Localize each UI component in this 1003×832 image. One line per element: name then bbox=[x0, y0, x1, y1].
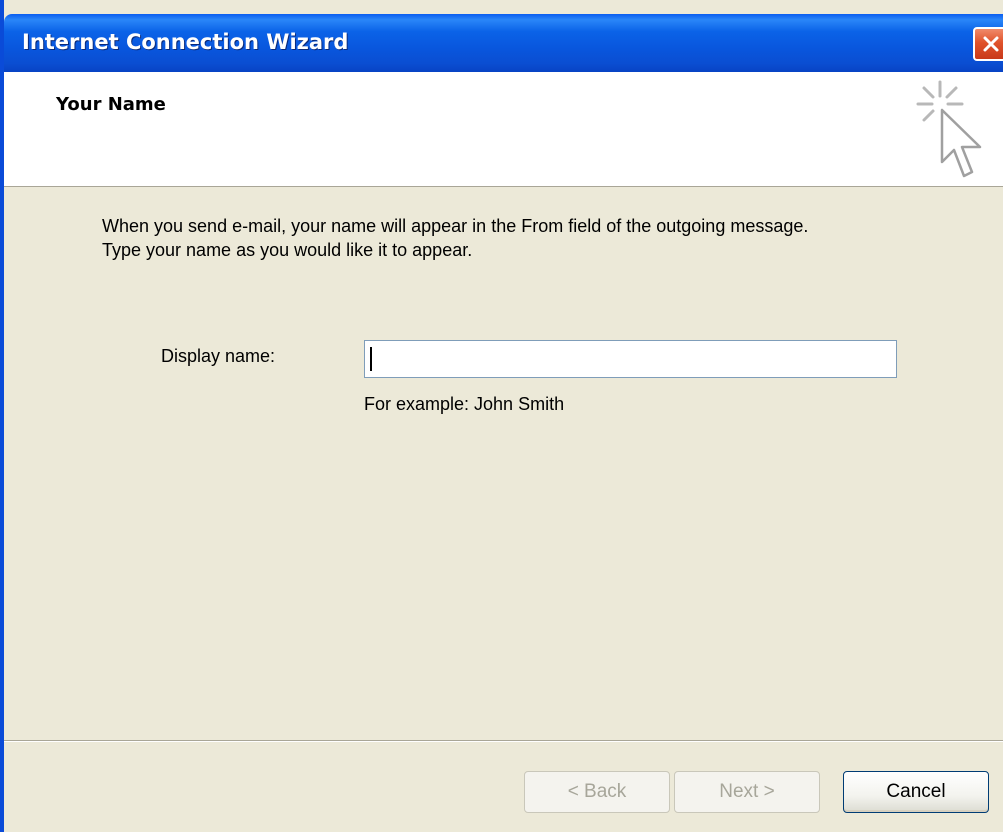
cancel-button[interactable]: Cancel bbox=[843, 771, 989, 813]
text-caret bbox=[370, 347, 372, 371]
wizard-cursor-icon bbox=[916, 80, 982, 178]
header-panel: Your Name bbox=[4, 72, 1003, 187]
wizard-window: Internet Connection Wizard Your Name Whe… bbox=[0, 0, 1003, 832]
title-bar[interactable]: Internet Connection Wizard bbox=[4, 14, 1003, 72]
instructions-line-1: When you send e-mail, your name will app… bbox=[102, 216, 809, 236]
close-button[interactable] bbox=[973, 27, 1003, 61]
back-button[interactable]: < Back bbox=[524, 771, 670, 813]
window-title: Internet Connection Wizard bbox=[22, 30, 349, 54]
instructions-text: When you send e-mail, your name will app… bbox=[102, 214, 962, 262]
example-hint: For example: John Smith bbox=[364, 394, 565, 414]
footer-separator bbox=[4, 740, 1003, 742]
next-button[interactable]: Next > bbox=[674, 771, 820, 813]
page-title: Your Name bbox=[56, 94, 166, 115]
instructions-line-2: Type your name as you would like it to a… bbox=[102, 240, 473, 260]
close-icon bbox=[983, 36, 999, 52]
display-name-input[interactable] bbox=[364, 340, 897, 378]
display-name-label: Display name: bbox=[161, 346, 276, 366]
